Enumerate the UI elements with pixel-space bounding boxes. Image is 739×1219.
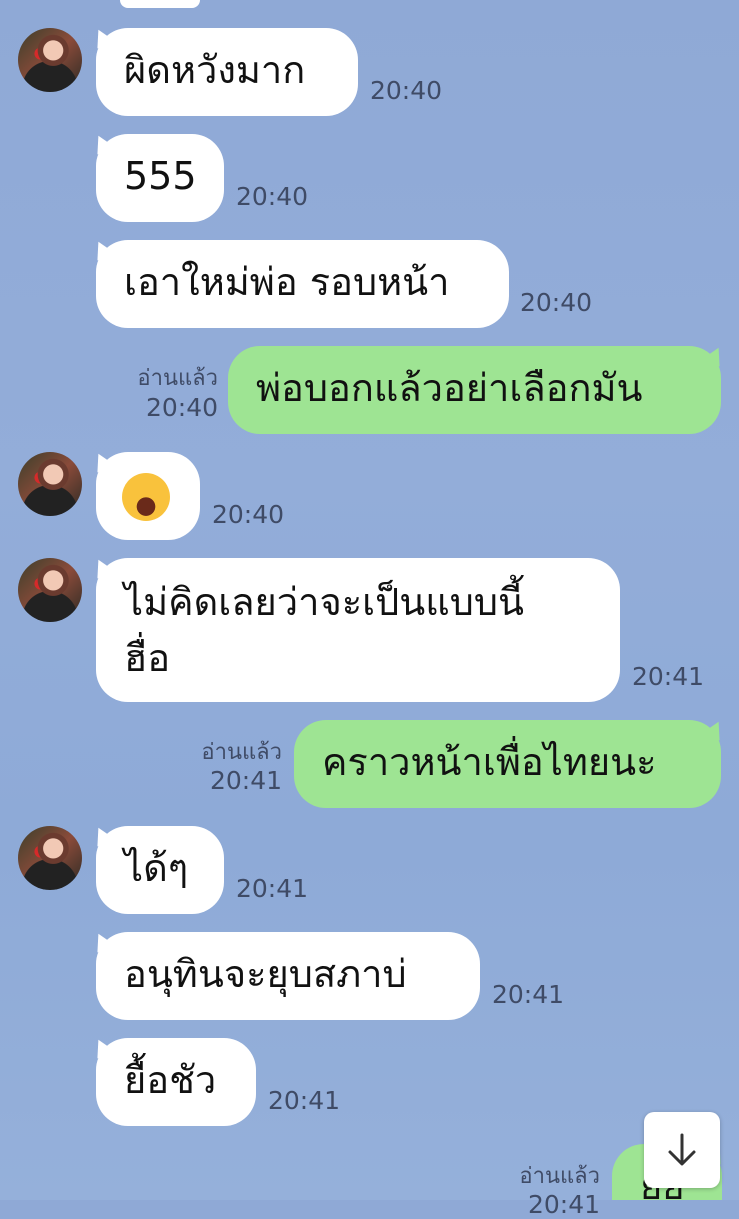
message-time: 20:40 — [236, 182, 309, 211]
message-time: 20:41 — [209, 766, 282, 795]
message-text: อนุทินจะยุบสภาบ่ — [124, 952, 407, 996]
message-time: 20:40 — [520, 288, 593, 317]
chat-area[interactable]: ผิดหวังมาก 20:40 555 20:40 เอาใหม่พ่อ รอ… — [0, 0, 739, 1219]
message-text: ผิดหวังมาก — [124, 48, 306, 92]
message-text: คราวหน้าเพื่อไทยนะ — [322, 740, 657, 784]
read-receipt: อ่านแล้ว — [201, 740, 282, 765]
message-time: 20:41 — [632, 662, 705, 691]
incoming-message[interactable] — [96, 452, 200, 540]
incoming-message[interactable]: ยื้อชัว — [96, 1038, 256, 1126]
message-text: ไม่คิดเลยว่าจะเป็นแบบนี้ — [124, 580, 524, 624]
message-text: ฮื่อ — [124, 636, 171, 680]
avatar[interactable] — [18, 558, 82, 622]
arrow-down-icon — [668, 1133, 696, 1166]
incoming-message[interactable]: เอาใหม่พ่อ รอบหน้า — [96, 240, 509, 328]
message-text: พ่อบอกแล้วอย่าเลือกมัน — [256, 366, 643, 410]
message-text: ยื้อชัว — [124, 1058, 217, 1102]
message-time: 20:40 — [145, 393, 218, 422]
message-time: 20:41 — [492, 980, 565, 1009]
message-time: 20:40 — [370, 76, 443, 105]
read-receipt: อ่านแล้ว — [137, 366, 218, 391]
message-time: 20:41 — [268, 1086, 341, 1115]
message-text: เอาใหม่พ่อ รอบหน้า — [124, 260, 450, 304]
laughing-emoji-icon — [122, 472, 170, 521]
message-time: 20:41 — [236, 874, 309, 903]
message-time: 20:40 — [212, 500, 285, 529]
incoming-message[interactable]: อนุทินจะยุบสภาบ่ — [96, 932, 480, 1020]
avatar[interactable] — [18, 452, 82, 516]
incoming-message[interactable]: ผิดหวังมาก — [96, 28, 358, 116]
incoming-message[interactable]: ได้ๆ — [96, 826, 224, 914]
message-text: 555 — [124, 154, 197, 198]
message-time: 20:41 — [527, 1190, 600, 1219]
incoming-message[interactable]: ไม่คิดเลยว่าจะเป็นแบบนี้ ฮื่อ — [96, 558, 620, 702]
avatar[interactable] — [18, 28, 82, 92]
partial-bubble — [120, 0, 200, 8]
outgoing-message[interactable]: คราวหน้าเพื่อไทยนะ — [294, 720, 721, 808]
incoming-message[interactable]: 555 — [96, 134, 224, 222]
message-text: ได้ๆ — [124, 846, 189, 890]
avatar[interactable] — [18, 826, 82, 890]
read-receipt: อ่านแล้ว — [519, 1164, 600, 1189]
scroll-to-bottom-button[interactable] — [644, 1112, 720, 1188]
outgoing-message[interactable]: พ่อบอกแล้วอย่าเลือกมัน — [228, 346, 721, 434]
